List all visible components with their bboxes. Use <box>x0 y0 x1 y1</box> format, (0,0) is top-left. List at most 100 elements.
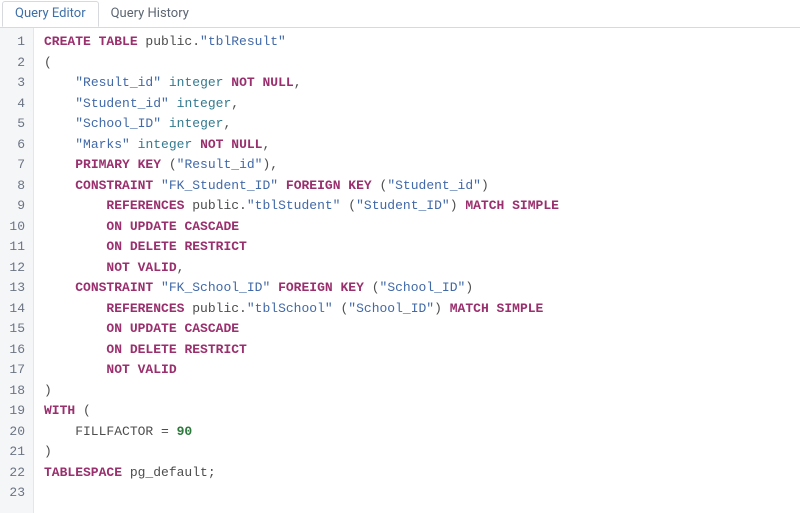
code-token: ( <box>372 178 388 193</box>
code-area[interactable]: CREATE TABLE public."tblResult"( "Result… <box>34 28 559 513</box>
code-token: FOREIGN KEY <box>286 178 372 193</box>
code-token: "School_ID" <box>75 116 161 131</box>
code-line[interactable]: "Student_id" integer, <box>44 94 559 115</box>
code-token: NOT VALID <box>106 260 176 275</box>
code-token: ), <box>262 157 278 172</box>
code-token <box>278 178 286 193</box>
line-number-gutter: 1234567891011121314151617181920212223 <box>0 28 34 513</box>
code-line[interactable]: "School_ID" integer, <box>44 114 559 135</box>
line-number: 23 <box>0 483 25 504</box>
code-line[interactable]: ON DELETE RESTRICT <box>44 237 559 258</box>
code-line[interactable]: REFERENCES public."tblStudent" ("Student… <box>44 196 559 217</box>
line-number: 16 <box>0 340 25 361</box>
code-token: "School_ID" <box>380 280 466 295</box>
code-token <box>153 280 161 295</box>
code-line[interactable]: ON DELETE RESTRICT <box>44 340 559 361</box>
code-token: CASCADE <box>184 219 239 234</box>
code-token <box>44 219 106 234</box>
code-token: ( <box>340 198 356 213</box>
code-token: "Result_id" <box>75 75 161 90</box>
code-line[interactable]: NOT VALID <box>44 360 559 381</box>
code-line[interactable]: CREATE TABLE public."tblResult" <box>44 32 559 53</box>
code-token: WITH <box>44 403 75 418</box>
code-token <box>44 321 106 336</box>
code-token: integer <box>177 96 232 111</box>
code-token: "tblStudent" <box>247 198 341 213</box>
code-line[interactable]: "Marks" integer NOT NULL, <box>44 135 559 156</box>
code-token: "Student_ID" <box>356 198 450 213</box>
code-token: ( <box>161 157 177 172</box>
code-token: "FK_School_ID" <box>161 280 270 295</box>
code-token <box>44 157 75 172</box>
code-token <box>169 96 177 111</box>
code-token: PRIMARY KEY <box>75 157 161 172</box>
code-line[interactable]: ( <box>44 53 559 74</box>
code-line[interactable]: CONSTRAINT "FK_School_ID" FOREIGN KEY ("… <box>44 278 559 299</box>
code-token <box>44 239 106 254</box>
code-token: RESTRICT <box>184 342 246 357</box>
code-line[interactable] <box>44 483 559 504</box>
code-line[interactable]: CONSTRAINT "FK_Student_ID" FOREIGN KEY (… <box>44 176 559 197</box>
tab-query-history[interactable]: Query History <box>99 2 201 26</box>
code-line[interactable]: REFERENCES public."tblSchool" ("School_I… <box>44 299 559 320</box>
editor-tabs: Query Editor Query History <box>0 0 800 28</box>
code-token: ) <box>465 280 473 295</box>
code-token: CASCADE <box>184 321 239 336</box>
code-token <box>192 137 200 152</box>
code-token: public. <box>138 34 200 49</box>
code-token <box>161 116 169 131</box>
code-token: "Result_id" <box>177 157 263 172</box>
code-token <box>44 280 75 295</box>
code-token: ) <box>434 301 450 316</box>
code-line[interactable]: ON UPDATE CASCADE <box>44 217 559 238</box>
code-token: TABLESPACE <box>44 465 122 480</box>
code-token <box>44 137 75 152</box>
code-token: ( <box>75 403 91 418</box>
code-token: integer <box>169 75 224 90</box>
code-token <box>44 301 106 316</box>
code-token: FOREIGN KEY <box>278 280 364 295</box>
code-token <box>270 280 278 295</box>
code-token: public. <box>184 301 246 316</box>
code-token: ( <box>44 55 52 70</box>
code-token: CREATE TABLE <box>44 34 138 49</box>
code-line[interactable]: TABLESPACE pg_default; <box>44 463 559 484</box>
code-line[interactable]: FILLFACTOR = 90 <box>44 422 559 443</box>
code-token: ) <box>450 198 466 213</box>
code-token: ) <box>481 178 489 193</box>
code-token <box>130 137 138 152</box>
line-number: 5 <box>0 114 25 135</box>
code-token <box>44 198 106 213</box>
code-token: pg_default; <box>122 465 216 480</box>
code-line[interactable]: ) <box>44 381 559 402</box>
code-token <box>44 75 75 90</box>
code-line[interactable]: WITH ( <box>44 401 559 422</box>
line-number: 21 <box>0 442 25 463</box>
code-line[interactable]: ON UPDATE CASCADE <box>44 319 559 340</box>
tab-query-editor[interactable]: Query Editor <box>2 1 99 27</box>
code-token: , <box>231 96 239 111</box>
line-number: 2 <box>0 53 25 74</box>
code-line[interactable]: "Result_id" integer NOT NULL, <box>44 73 559 94</box>
sql-editor[interactable]: 1234567891011121314151617181920212223 CR… <box>0 28 800 513</box>
code-token: REFERENCES <box>106 301 184 316</box>
code-token: "tblResult" <box>200 34 286 49</box>
code-token: ON UPDATE <box>106 219 176 234</box>
line-number: 17 <box>0 360 25 381</box>
code-token: NULL <box>263 75 294 90</box>
code-token: FILLFACTOR = <box>44 424 177 439</box>
code-token: , <box>294 75 302 90</box>
code-token: NOT VALID <box>106 362 176 377</box>
code-token: REFERENCES <box>106 198 184 213</box>
line-number: 7 <box>0 155 25 176</box>
line-number: 15 <box>0 319 25 340</box>
line-number: 12 <box>0 258 25 279</box>
line-number: 14 <box>0 299 25 320</box>
code-line[interactable]: NOT VALID, <box>44 258 559 279</box>
code-token <box>44 178 75 193</box>
code-token: "Student_id" <box>387 178 481 193</box>
code-line[interactable]: PRIMARY KEY ("Result_id"), <box>44 155 559 176</box>
code-line[interactable]: ) <box>44 442 559 463</box>
line-number: 19 <box>0 401 25 422</box>
line-number: 13 <box>0 278 25 299</box>
